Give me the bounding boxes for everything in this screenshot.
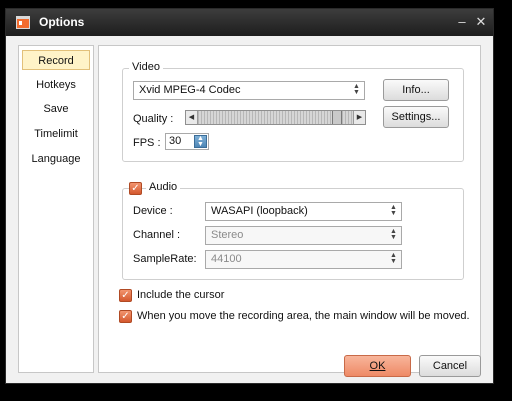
- minimize-icon[interactable]: –: [453, 14, 471, 30]
- codec-select[interactable]: Xvid MPEG-4 Codec ▲ ▼: [133, 81, 365, 100]
- check-icon: ✓: [131, 183, 140, 194]
- app-icon: [16, 16, 30, 29]
- device-value: WASAPI (loopback): [211, 205, 308, 217]
- sidebar-item-save[interactable]: Save: [22, 99, 90, 119]
- record-panel: Video Xvid MPEG-4 Codec ▲ ▼ Info... Quali…: [98, 45, 481, 377]
- check-icon: ✓: [121, 311, 130, 322]
- cancel-button[interactable]: Cancel: [419, 355, 481, 377]
- ok-button[interactable]: OK: [344, 355, 411, 377]
- samplerate-label: SampleRate:: [133, 253, 197, 265]
- audio-label: Audio: [146, 181, 181, 193]
- samplerate-select[interactable]: 44100 ▲ ▼: [205, 250, 402, 269]
- info-button[interactable]: Info...: [383, 79, 449, 101]
- device-select[interactable]: WASAPI (loopback) ▲ ▼: [205, 202, 402, 221]
- title-bar: Options – ✕: [6, 9, 493, 36]
- audio-group: ✓ Audio Device : WASAPI (loopback) ▲ ▼ Ch…: [122, 181, 464, 280]
- device-label: Device :: [133, 205, 173, 217]
- channel-value: Stereo: [211, 229, 244, 241]
- fps-value: 30: [169, 135, 182, 147]
- video-group: Video Xvid MPEG-4 Codec ▲ ▼ Info... Quali…: [122, 61, 464, 162]
- codec-value: Xvid MPEG-4 Codec: [139, 84, 241, 96]
- move-window-label: When you move the recording area, the ma…: [137, 310, 470, 322]
- quality-slider-thumb[interactable]: [332, 111, 343, 124]
- spinner-updown-icon[interactable]: ▲ ▼: [194, 135, 207, 148]
- include-cursor-checkbox[interactable]: ✓: [119, 289, 132, 302]
- chevron-updown-icon: ▲ ▼: [390, 252, 397, 265]
- sidebar: Record Hotkeys Save Timelimit Language: [18, 45, 94, 373]
- sidebar-item-hotkeys[interactable]: Hotkeys: [22, 75, 90, 95]
- check-icon: ✓: [121, 290, 130, 301]
- chevron-updown-icon: ▲ ▼: [390, 228, 397, 241]
- move-window-checkbox[interactable]: ✓: [119, 310, 132, 323]
- chevron-updown-icon: ▲ ▼: [353, 83, 360, 96]
- sidebar-item-language[interactable]: Language: [22, 149, 90, 169]
- slider-left-arrow-icon[interactable]: ◀: [186, 111, 198, 124]
- channel-label: Channel :: [133, 229, 181, 241]
- window-title: Options: [39, 15, 85, 29]
- sidebar-item-record[interactable]: Record: [22, 50, 90, 70]
- include-cursor-label: Include the cursor: [137, 289, 225, 301]
- quality-slider[interactable]: ◀ ▶: [185, 110, 366, 125]
- sidebar-item-timelimit[interactable]: Timelimit: [22, 124, 90, 144]
- fps-label: FPS :: [133, 137, 161, 149]
- settings-button[interactable]: Settings...: [383, 106, 449, 128]
- fps-input[interactable]: 30 ▲ ▼: [165, 133, 209, 150]
- audio-checkbox[interactable]: ✓: [129, 182, 142, 195]
- close-icon[interactable]: ✕: [472, 14, 490, 30]
- slider-right-arrow-icon[interactable]: ▶: [353, 111, 365, 124]
- samplerate-value: 44100: [211, 253, 242, 265]
- chevron-updown-icon: ▲ ▼: [390, 204, 397, 217]
- video-group-title: Video: [129, 61, 163, 73]
- quality-label: Quality :: [133, 113, 174, 125]
- options-window: Options – ✕ Record Hotkeys Save Timelimi…: [5, 8, 494, 384]
- channel-select[interactable]: Stereo ▲ ▼: [205, 226, 402, 245]
